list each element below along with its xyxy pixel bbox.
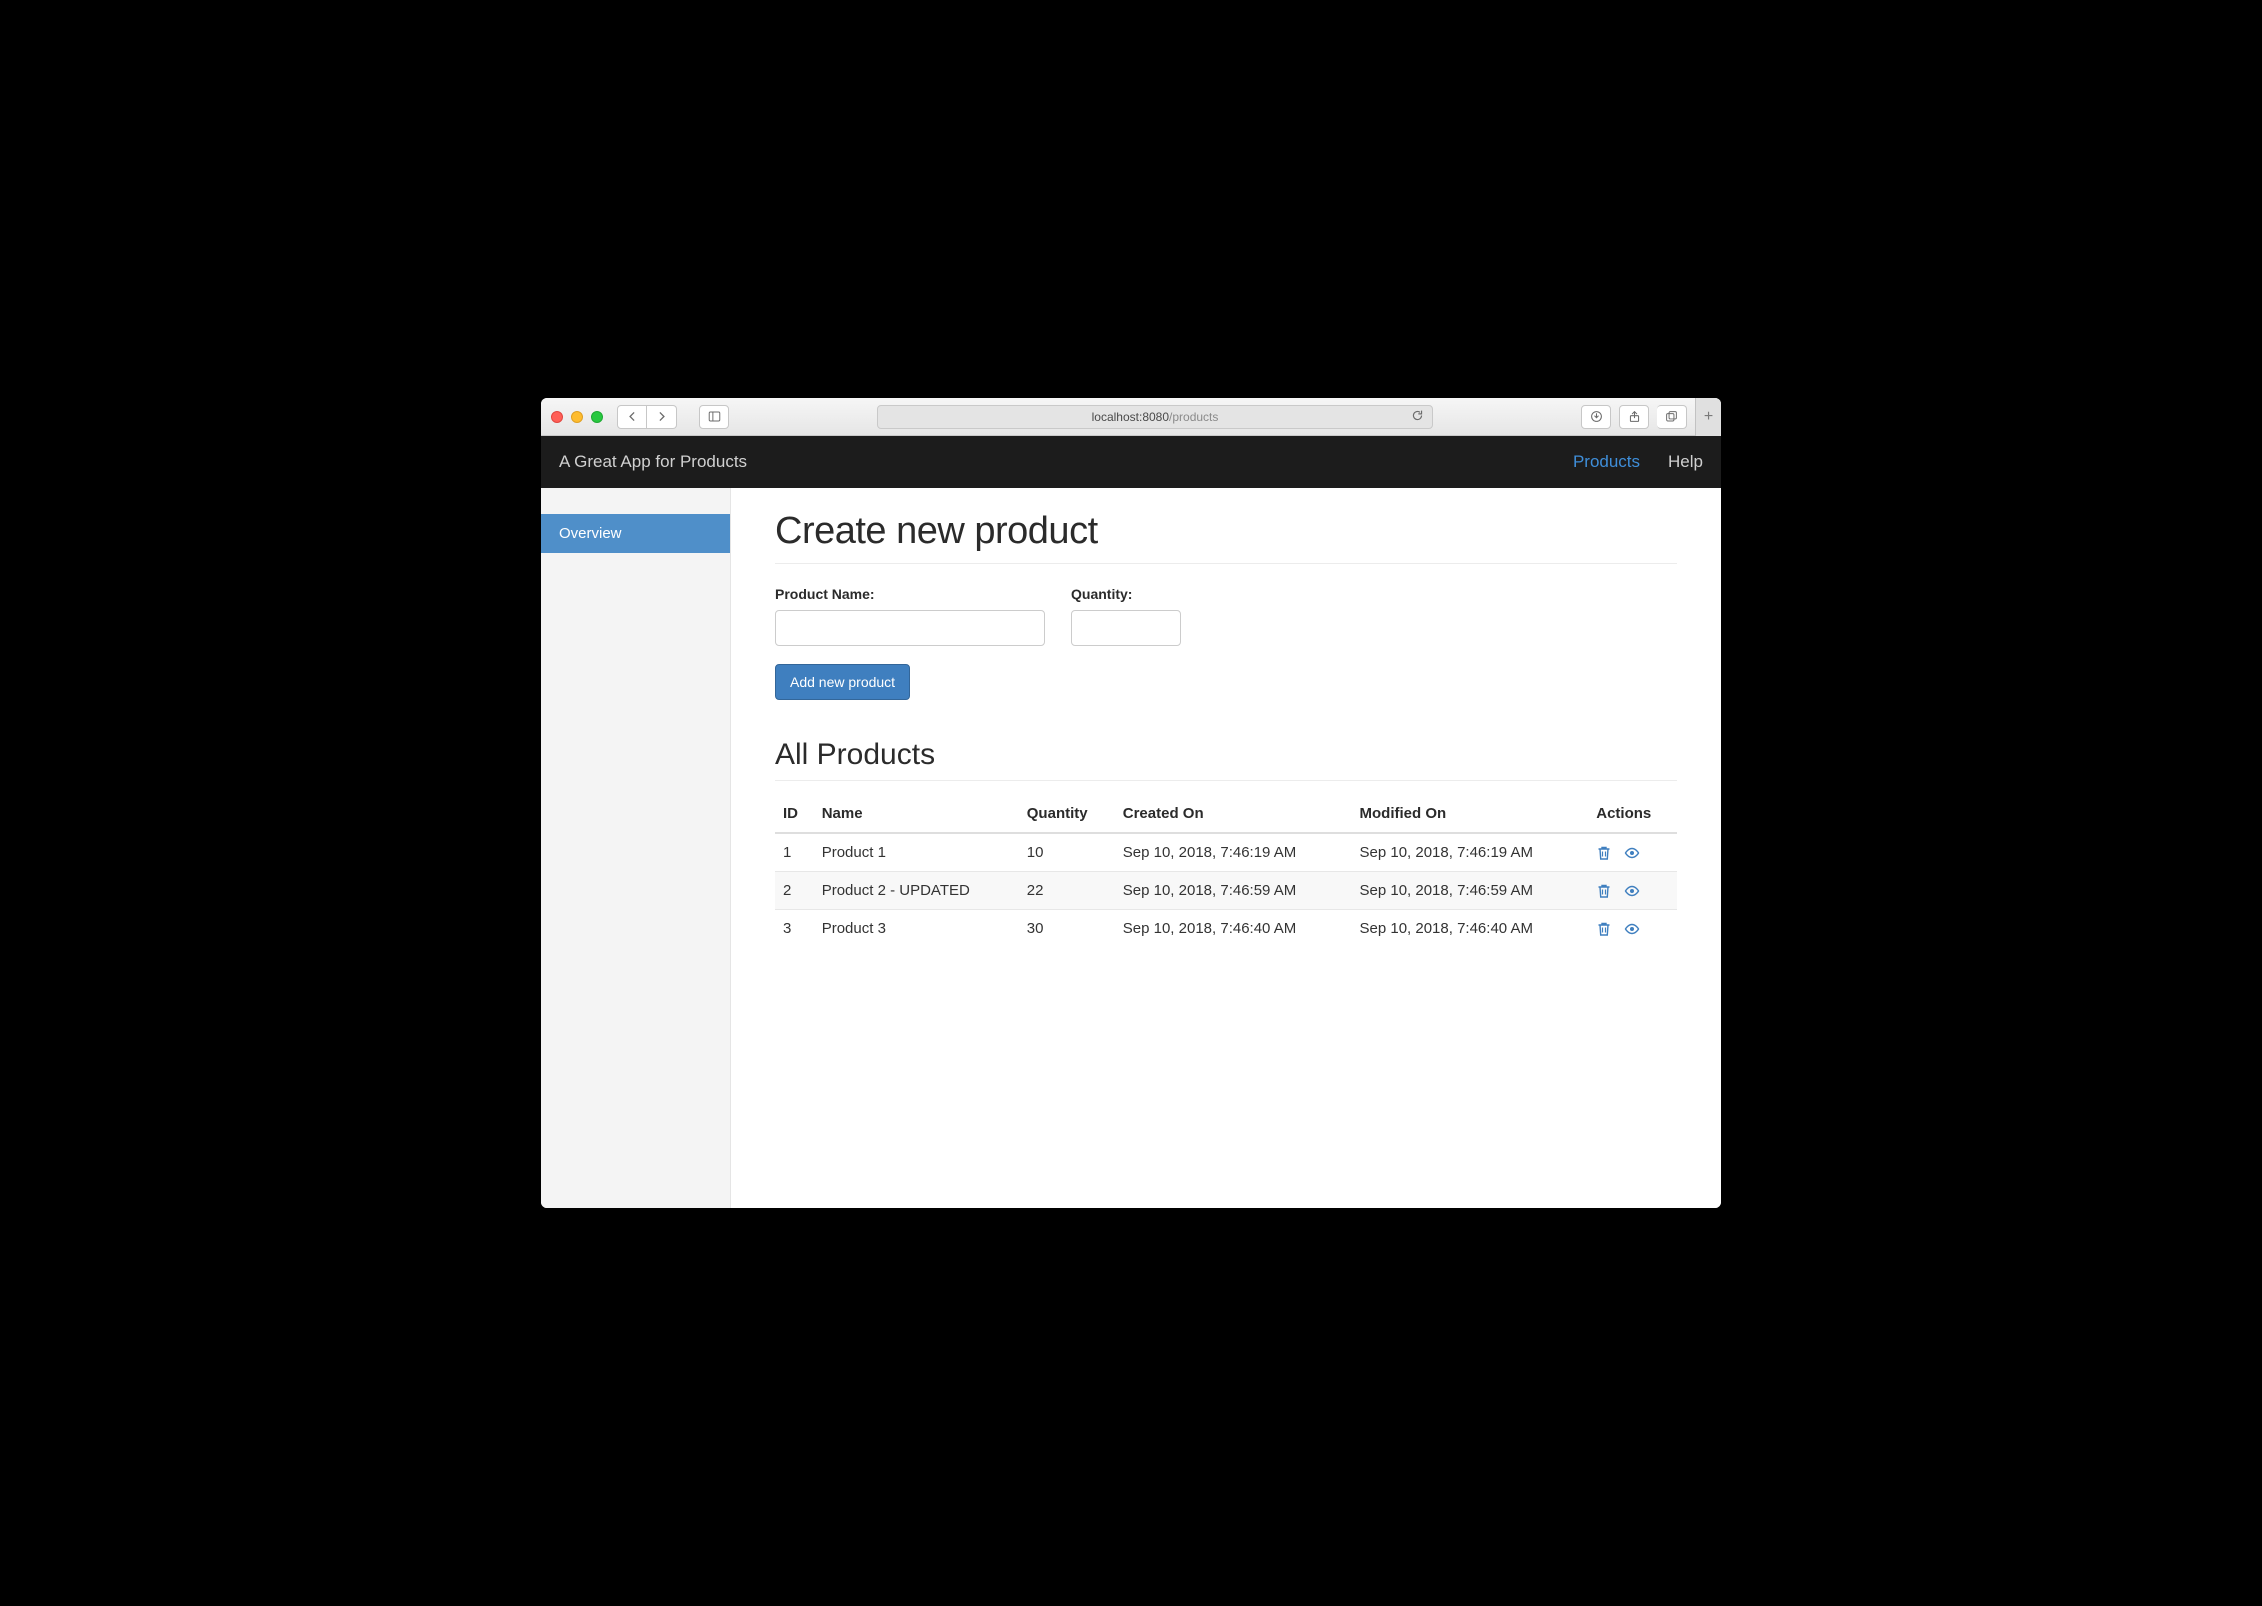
sidebar: Overview: [541, 488, 731, 1208]
products-table: ID Name Quantity Created On Modified On …: [775, 795, 1677, 947]
form-group-quantity: Quantity:: [1071, 586, 1181, 646]
form-group-name: Product Name:: [775, 586, 1045, 646]
trash-icon[interactable]: [1596, 921, 1612, 937]
back-button[interactable]: [617, 405, 647, 429]
label-product-name: Product Name:: [775, 586, 1045, 602]
cell-quantity: 30: [1019, 910, 1115, 948]
sidebar-toggle-button[interactable]: [699, 405, 729, 429]
share-button[interactable]: [1619, 405, 1649, 429]
new-tab-button[interactable]: +: [1695, 398, 1721, 436]
cell-created: Sep 10, 2018, 7:46:40 AM: [1115, 910, 1352, 948]
eye-icon[interactable]: [1624, 921, 1640, 937]
cell-actions: [1588, 872, 1677, 910]
sidebar-item-overview[interactable]: Overview: [541, 514, 730, 553]
window-controls: [551, 411, 603, 423]
nav-link-products[interactable]: Products: [1573, 452, 1640, 472]
col-modified: Modified On: [1352, 795, 1589, 833]
table-row: 2Product 2 - UPDATED22Sep 10, 2018, 7:46…: [775, 872, 1677, 910]
cell-created: Sep 10, 2018, 7:46:19 AM: [1115, 833, 1352, 872]
nav-link-help[interactable]: Help: [1668, 452, 1703, 472]
trash-icon[interactable]: [1596, 883, 1612, 899]
cell-quantity: 10: [1019, 833, 1115, 872]
cell-created: Sep 10, 2018, 7:46:59 AM: [1115, 872, 1352, 910]
cell-id: 2: [775, 872, 814, 910]
table-row: 1Product 110Sep 10, 2018, 7:46:19 AMSep …: [775, 833, 1677, 872]
eye-icon[interactable]: [1624, 845, 1640, 861]
label-quantity: Quantity:: [1071, 586, 1181, 602]
cell-actions: [1588, 910, 1677, 948]
col-created: Created On: [1115, 795, 1352, 833]
add-product-button[interactable]: Add new product: [775, 664, 910, 700]
quantity-input[interactable]: [1071, 610, 1181, 646]
titlebar-right: [1581, 405, 1687, 429]
cell-id: 1: [775, 833, 814, 872]
cell-name: Product 1: [814, 833, 1019, 872]
browser-titlebar: localhost:8080/products +: [541, 398, 1721, 436]
app-body: Overview Create new product Product Name…: [541, 488, 1721, 1208]
browser-window: localhost:8080/products + A Great App fo…: [541, 398, 1721, 1208]
cell-id: 3: [775, 910, 814, 948]
zoom-window-button[interactable]: [591, 411, 603, 423]
cell-modified: Sep 10, 2018, 7:46:59 AM: [1352, 872, 1589, 910]
cell-modified: Sep 10, 2018, 7:46:40 AM: [1352, 910, 1589, 948]
minimize-window-button[interactable]: [571, 411, 583, 423]
url-path: /products: [1169, 410, 1218, 424]
cell-name: Product 2 - UPDATED: [814, 872, 1019, 910]
eye-icon[interactable]: [1624, 883, 1640, 899]
main-content: Create new product Product Name: Quantit…: [731, 488, 1721, 1208]
all-products-title: All Products: [775, 738, 1677, 781]
nav-back-forward: [617, 405, 677, 429]
cell-modified: Sep 10, 2018, 7:46:19 AM: [1352, 833, 1589, 872]
col-id: ID: [775, 795, 814, 833]
col-name: Name: [814, 795, 1019, 833]
col-quantity: Quantity: [1019, 795, 1115, 833]
reload-icon[interactable]: [1411, 409, 1424, 425]
app-brand[interactable]: A Great App for Products: [559, 452, 747, 472]
cell-quantity: 22: [1019, 872, 1115, 910]
cell-actions: [1588, 833, 1677, 872]
page-title: Create new product: [775, 510, 1677, 564]
close-window-button[interactable]: [551, 411, 563, 423]
app-navbar: A Great App for Products Products Help: [541, 436, 1721, 488]
create-form: Product Name: Quantity:: [775, 586, 1677, 646]
nav-links: Products Help: [1573, 452, 1703, 472]
col-actions: Actions: [1588, 795, 1677, 833]
trash-icon[interactable]: [1596, 845, 1612, 861]
product-name-input[interactable]: [775, 610, 1045, 646]
tabs-button[interactable]: [1657, 405, 1687, 429]
cell-name: Product 3: [814, 910, 1019, 948]
address-bar[interactable]: localhost:8080/products: [877, 405, 1433, 429]
downloads-button[interactable]: [1581, 405, 1611, 429]
table-row: 3Product 330Sep 10, 2018, 7:46:40 AMSep …: [775, 910, 1677, 948]
forward-button[interactable]: [647, 405, 677, 429]
url-host: localhost:8080: [1092, 410, 1169, 424]
